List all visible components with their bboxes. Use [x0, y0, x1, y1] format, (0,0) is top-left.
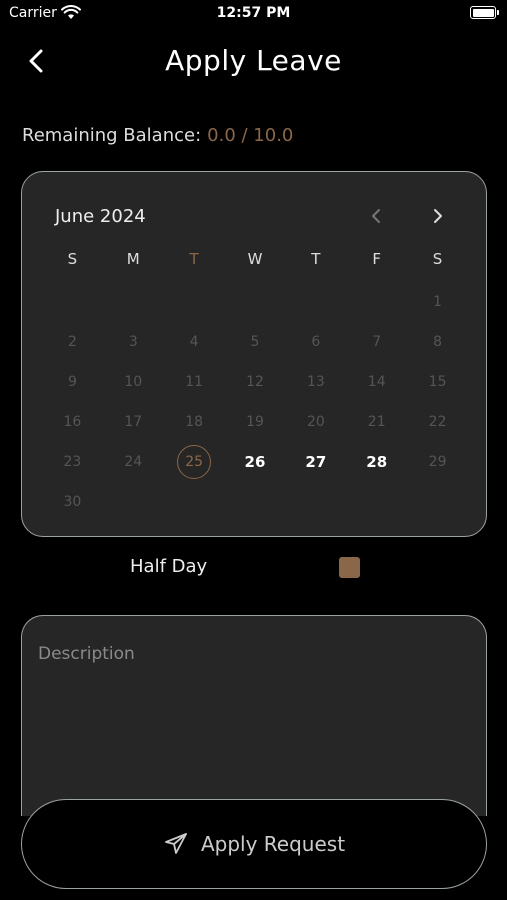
calendar-day-19: 19	[225, 402, 286, 442]
calendar-day-label: 12	[246, 374, 264, 390]
description-input[interactable]	[36, 642, 470, 796]
calendar: June 2024 SMTWTFS 1 2 3 4 5 6 7 8 9 10 11 12 13 14 15 1…	[21, 171, 487, 537]
half-day-checkbox[interactable]	[339, 557, 360, 578]
calendar-day-label: 2	[67, 334, 77, 350]
calendar-day-23: 23	[42, 442, 103, 482]
calendar-day-label: 1	[433, 294, 443, 310]
calendar-day-11: 11	[164, 362, 225, 402]
calendar-day-label: 11	[185, 374, 204, 390]
calendar-month-label: June 2024	[55, 206, 146, 227]
calendar-day-label: 29	[428, 454, 447, 470]
calendar-day-8: 8	[407, 322, 468, 362]
half-day-label: Half Day	[130, 556, 208, 577]
calendar-day-18: 18	[164, 402, 225, 442]
calendar-day-label: 9	[67, 374, 77, 390]
description-card	[21, 615, 487, 816]
calendar-day-24: 24	[103, 442, 164, 482]
calendar-empty-cell	[225, 282, 286, 322]
weekday-label: M	[126, 250, 140, 268]
calendar-day-label: 10	[124, 374, 143, 390]
calendar-day-label: 5	[250, 334, 260, 350]
calendar-day-label: 23	[63, 454, 82, 470]
calendar-day-label: 4	[189, 334, 199, 350]
calendar-day-label: 18	[185, 414, 204, 430]
calendar-day-6: 6	[285, 322, 346, 362]
weekday-label: T	[311, 250, 321, 268]
calendar-day-12: 12	[225, 362, 286, 402]
calendar-day-3: 3	[103, 322, 164, 362]
calendar-day-label: 15	[428, 374, 447, 390]
battery-icon	[470, 6, 499, 19]
weekday-label: S	[432, 250, 443, 268]
calendar-day-label: 14	[367, 374, 386, 390]
calendar-day-17: 17	[103, 402, 164, 442]
calendar-day-label: 19	[246, 414, 264, 430]
calendar-day-10: 10	[103, 362, 164, 402]
calendar-day-label: 30	[63, 494, 82, 510]
calendar-empty-cell	[103, 282, 164, 322]
previous-month-button[interactable]	[367, 206, 387, 226]
calendar-day-label: 16	[63, 414, 82, 430]
calendar-day-7: 7	[346, 322, 407, 362]
weekday-label: T	[189, 250, 199, 268]
apply-request-label: Apply Request	[200, 832, 346, 856]
calendar-day-4: 4	[164, 322, 225, 362]
weekday-label: W	[247, 250, 263, 268]
calendar-day-label: 26	[244, 453, 266, 471]
calendar-day-label: 8	[433, 334, 443, 350]
calendar-day-label: 7	[372, 334, 382, 350]
calendar-day-20: 20	[285, 402, 346, 442]
remaining-balance: Remaining Balance: 0.0 / 10.0	[22, 125, 293, 146]
calendar-day-14: 14	[346, 362, 407, 402]
calendar-empty-cell	[346, 282, 407, 322]
calendar-day-label: 3	[128, 334, 138, 350]
balance-label: Remaining Balance:	[22, 125, 202, 146]
calendar-day-1: 1	[407, 282, 468, 322]
calendar-days-grid: 1 2 3 4 5 6 7 8 9 10 11 12 13 14 15 16 17 18 19 20 21 22 23 24 2…	[42, 282, 468, 522]
calendar-day-label: 13	[306, 374, 325, 390]
chevron-left-icon	[372, 209, 380, 223]
calendar-day-22: 22	[407, 402, 468, 442]
calendar-day-label: 28	[366, 453, 388, 471]
calendar-day-5: 5	[225, 322, 286, 362]
calendar-day-label: 24	[124, 454, 143, 470]
calendar-day-26[interactable]: 26	[225, 442, 286, 482]
status-bar: Carrier 12:57 PM	[0, 0, 507, 30]
calendar-day-2: 2	[42, 322, 103, 362]
clock: 12:57 PM	[216, 5, 291, 21]
calendar-empty-cell	[42, 282, 103, 322]
apply-request-button[interactable]: Apply Request	[21, 799, 487, 889]
balance-value: 0.0 / 10.0	[207, 125, 294, 146]
page-title: Apply Leave	[165, 44, 342, 77]
calendar-empty-cell	[285, 282, 346, 322]
calendar-day-28[interactable]: 28	[346, 442, 407, 482]
chevron-right-icon	[434, 209, 442, 223]
calendar-day-9: 9	[42, 362, 103, 402]
calendar-day-25[interactable]: 25	[164, 442, 225, 482]
weekday-label: S	[67, 250, 78, 268]
navigation-bar: Apply Leave	[0, 40, 507, 84]
paper-plane-icon	[165, 833, 187, 854]
calendar-day-label: 20	[306, 414, 325, 430]
calendar-day-30: 30	[42, 482, 103, 522]
calendar-day-27[interactable]: 27	[285, 442, 346, 482]
calendar-day-label: 22	[428, 414, 447, 430]
weekday-label: F	[372, 250, 382, 268]
calendar-day-16: 16	[42, 402, 103, 442]
calendar-day-15: 15	[407, 362, 468, 402]
next-month-button[interactable]	[427, 206, 447, 226]
calendar-day-21: 21	[346, 402, 407, 442]
calendar-day-label: 6	[311, 334, 321, 350]
calendar-empty-cell	[164, 282, 225, 322]
calendar-day-29: 29	[407, 442, 468, 482]
calendar-day-label: 21	[367, 414, 386, 430]
calendar-day-label: 27	[305, 453, 327, 471]
weekday-header: SMTWTFS	[42, 250, 468, 270]
calendar-day-label: 25	[177, 445, 212, 479]
calendar-day-label: 17	[124, 414, 143, 430]
calendar-day-13: 13	[285, 362, 346, 402]
